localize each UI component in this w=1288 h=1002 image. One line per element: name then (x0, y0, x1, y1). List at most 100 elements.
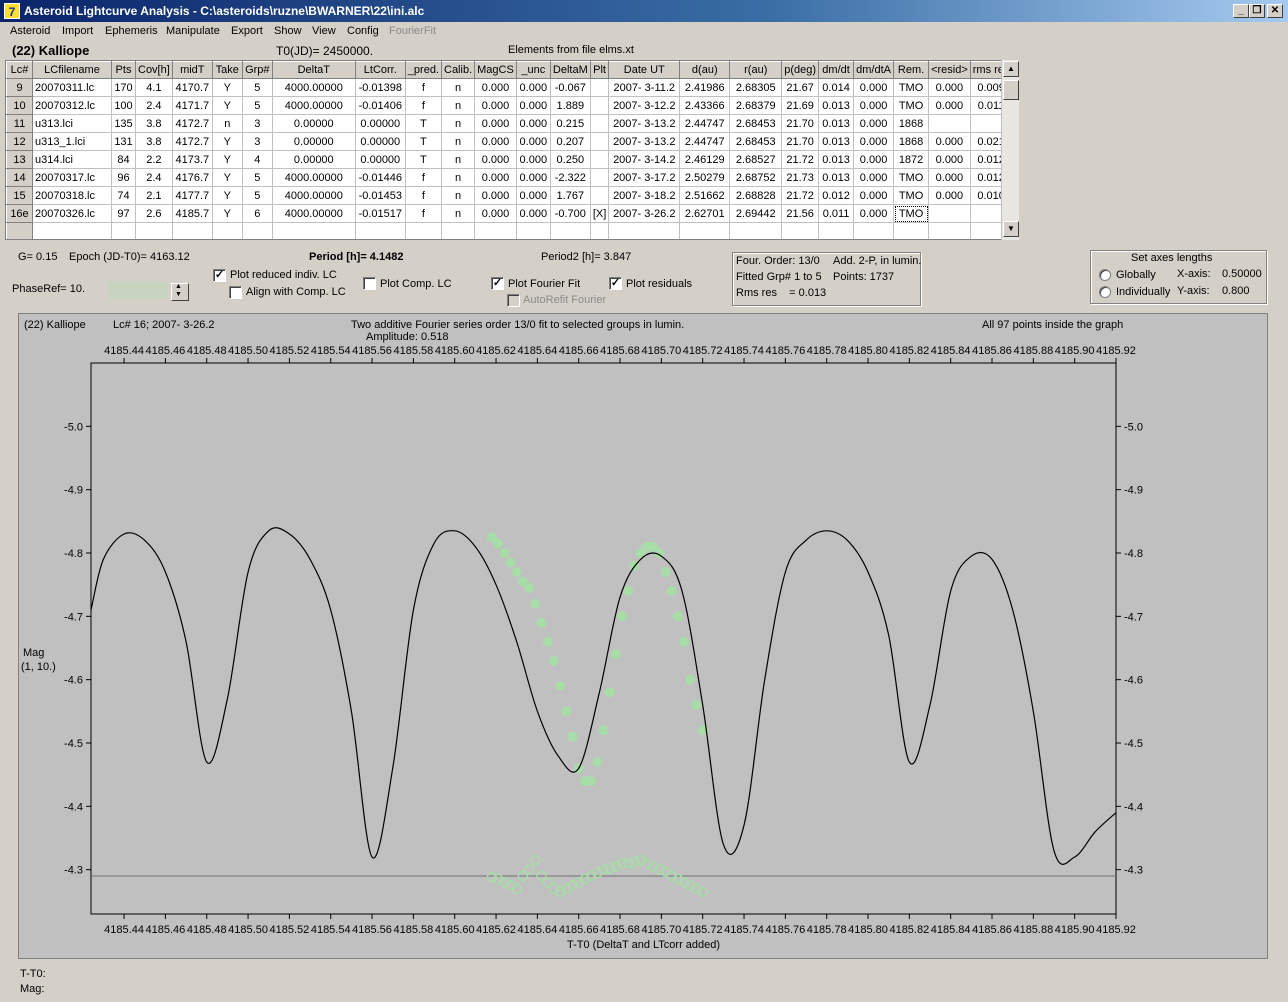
table-cell[interactable]: 1.889 (549, 96, 591, 115)
table-cell[interactable]: 21.73 (781, 168, 820, 187)
table-cell[interactable]: 5 (241, 186, 273, 205)
table-cell[interactable]: TMO (893, 168, 930, 187)
table-cell[interactable]: 4185.7 (171, 204, 213, 223)
table-cell[interactable]: 0.000 (515, 96, 551, 115)
table-cell[interactable]: 21.56 (781, 204, 820, 223)
table-cell[interactable]: 2.68305 (729, 78, 783, 97)
table-cell[interactable]: 0.013 (818, 132, 855, 151)
table-cell[interactable]: 0.000 (853, 204, 895, 223)
table-cell[interactable]: 135 (111, 114, 136, 133)
table-cell[interactable]: TMO (893, 96, 930, 115)
table-cell[interactable]: 0.000 (474, 132, 517, 151)
table-cell[interactable]: T (404, 132, 443, 151)
table-cell[interactable]: 2.43366 (679, 96, 731, 115)
menu-asteroid[interactable]: Asteroid (10, 25, 50, 37)
table-cell[interactable]: T (404, 150, 443, 169)
table-cell[interactable]: 1872 (893, 150, 930, 169)
table-cell[interactable] (928, 222, 971, 239)
table-cell[interactable]: 2.68828 (729, 186, 783, 205)
table-cell[interactable]: 0.000 (928, 78, 971, 97)
plot-residuals-checkbox[interactable]: ✓ (609, 277, 622, 290)
table-cell[interactable] (589, 222, 610, 239)
column-header[interactable]: dm/dt (818, 61, 855, 79)
table-cell[interactable]: n (440, 96, 476, 115)
table-cell[interactable] (589, 150, 610, 169)
table-cell[interactable]: 2.62701 (679, 204, 731, 223)
table-cell[interactable]: 0.215 (549, 114, 591, 133)
table-cell[interactable]: 3.8 (135, 114, 173, 133)
table-cell[interactable]: 9 (6, 78, 33, 97)
table-cell[interactable]: 10 (6, 96, 33, 115)
y-axis-value[interactable]: 0.800 (1222, 285, 1250, 297)
column-header[interactable]: DeltaM (549, 61, 591, 79)
column-header[interactable]: Rem. (893, 61, 930, 79)
table-cell[interactable]: TMO (893, 78, 930, 97)
column-header[interactable]: midT (171, 61, 213, 79)
table-cell[interactable]: 2.44747 (679, 132, 731, 151)
table-cell[interactable]: 0.00000 (271, 114, 356, 133)
menu-manipulate[interactable]: Manipulate (166, 25, 220, 37)
table-cell[interactable]: Y (211, 150, 243, 169)
table-cell[interactable]: 0.000 (515, 114, 551, 133)
table-cell[interactable]: u313.lci (32, 114, 112, 133)
table-cell[interactable]: -0.01398 (354, 78, 406, 97)
table-cell[interactable]: Y (211, 168, 243, 187)
table-cell[interactable]: 2007- 3-14.2 (608, 150, 681, 169)
column-header[interactable]: Cov[h] (135, 61, 173, 79)
table-cell[interactable]: TMO (893, 186, 930, 205)
table-cell[interactable]: 4176.7 (171, 168, 213, 187)
column-header[interactable]: Plt (589, 61, 610, 79)
table-cell[interactable]: 2.2 (135, 150, 173, 169)
table-cell[interactable]: 1868 (893, 114, 930, 133)
table-cell[interactable]: 0.000 (474, 204, 517, 223)
table-cell[interactable] (440, 222, 476, 239)
table-cell[interactable]: 1868 (893, 132, 930, 151)
table-cell[interactable]: n (440, 150, 476, 169)
table-cell[interactable]: 14 (6, 168, 33, 187)
table-cell[interactable]: -0.01406 (354, 96, 406, 115)
table-cell[interactable]: 2007- 3-13.2 (608, 114, 681, 133)
table-cell[interactable]: 0.000 (853, 114, 895, 133)
table-cell[interactable]: 0.000 (853, 132, 895, 151)
table-cell[interactable]: 0.012 (818, 186, 855, 205)
menu-config[interactable]: Config (347, 25, 379, 37)
column-header[interactable]: r(au) (729, 61, 783, 79)
table-cell[interactable]: 0.000 (515, 186, 551, 205)
table-cell[interactable]: 0.000 (853, 168, 895, 187)
menu-view[interactable]: View (312, 25, 336, 37)
table-cell[interactable]: 0.000 (515, 78, 551, 97)
table-cell[interactable]: -0.01517 (354, 204, 406, 223)
table-cell[interactable]: 0.000 (853, 150, 895, 169)
scroll-up-button[interactable]: ▲ (1003, 61, 1019, 77)
scroll-thumb[interactable] (1003, 80, 1019, 100)
table-cell[interactable]: 4 (241, 150, 273, 169)
table-cell[interactable]: 0.000 (853, 186, 895, 205)
table-cell[interactable] (679, 222, 731, 239)
table-cell[interactable]: 2.68527 (729, 150, 783, 169)
table-cell[interactable]: 0.000 (474, 150, 517, 169)
align-comp-checkbox[interactable] (229, 286, 242, 299)
table-cell[interactable] (474, 222, 517, 239)
table-cell[interactable] (271, 222, 356, 239)
spin-down-icon[interactable]: ▼ (175, 291, 182, 298)
table-cell[interactable]: 2.46129 (679, 150, 731, 169)
table-cell[interactable]: 96 (111, 168, 136, 187)
table-cell[interactable]: n (440, 186, 476, 205)
table-cell[interactable]: 0.000 (474, 186, 517, 205)
table-cell[interactable]: 4173.7 (171, 150, 213, 169)
table-row[interactable]: 14 20070317.lc 96 2.4 4176.7 Y 5 4000.00000 -0.0… (6, 168, 1013, 187)
table-cell[interactable]: 0.013 (818, 168, 855, 187)
globally-radio[interactable] (1099, 269, 1111, 281)
menu-export[interactable]: Export (231, 25, 263, 37)
table-cell[interactable]: 21.69 (781, 96, 820, 115)
table-cell[interactable]: 2007- 3-12.2 (608, 96, 681, 115)
table-row[interactable]: 16e 20070326.lc 97 2.6 4185.7 Y 6 4000.00000 -0.… (6, 204, 1013, 223)
table-cell[interactable]: 4000.00000 (271, 204, 356, 223)
table-cell[interactable]: 4000.00000 (271, 96, 356, 115)
table-cell[interactable]: 20070326.lc (32, 204, 112, 223)
period-value[interactable]: Period [h]= 4.1482 (309, 251, 403, 263)
table-cell[interactable]: T (404, 114, 443, 133)
table-row[interactable]: 10 20070312.lc 100 2.4 4171.7 Y 5 4000.00000 -0.… (6, 96, 1013, 115)
menu-import[interactable]: Import (62, 25, 93, 37)
table-cell[interactable]: 6 (241, 204, 273, 223)
